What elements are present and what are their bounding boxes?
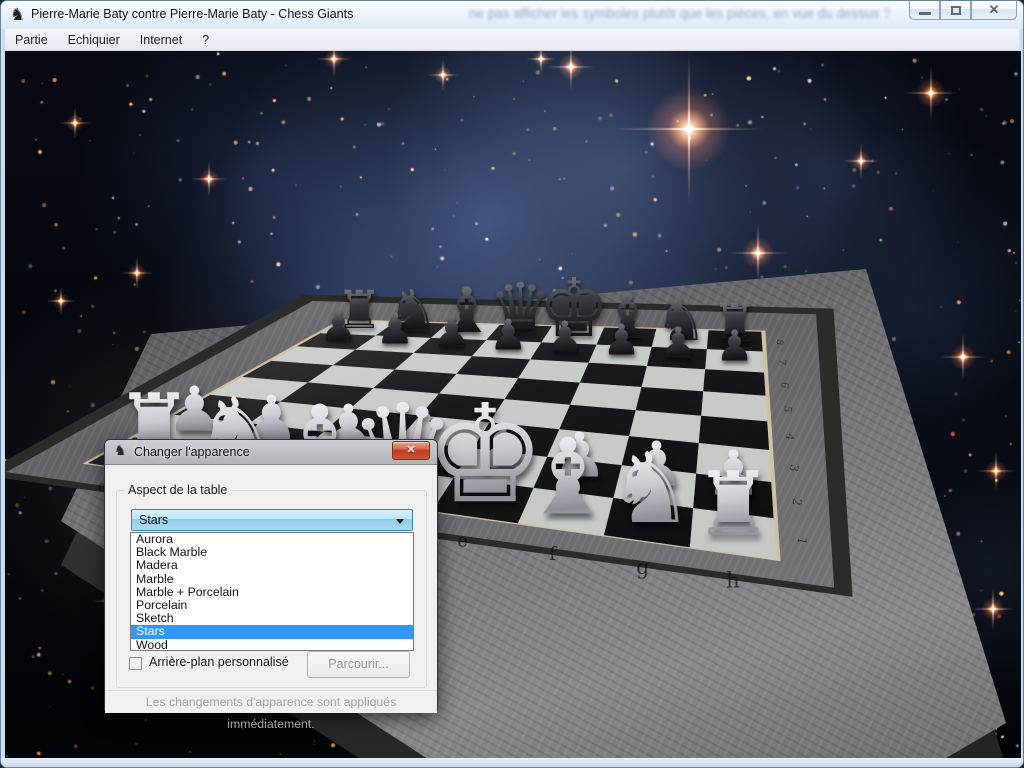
menu-item-[interactable]: ? xyxy=(192,31,219,49)
restore-button[interactable] xyxy=(940,1,971,20)
dropdown-option[interactable]: Marble xyxy=(131,573,413,586)
appearance-dialog: Aspect de la table Stars AuroraBlack Mar… xyxy=(104,439,438,712)
dropdown-option[interactable]: Wood xyxy=(131,639,413,652)
menu-item-partie[interactable]: Partie xyxy=(5,31,58,49)
black-pawn-d7[interactable]: ♟ xyxy=(489,314,527,357)
close-button[interactable]: ✕ xyxy=(971,1,1017,20)
window-controls: ✕ xyxy=(909,1,1017,20)
board-number: 6 xyxy=(778,381,790,389)
menu-item-echiquier[interactable]: Echiquier xyxy=(58,31,130,49)
menubar: PartieEchiquierInternet? xyxy=(5,29,1021,51)
game-scene[interactable]: Le trait est aux blancs. Aspect de la ta… xyxy=(5,51,1021,758)
table-aspect-combobox[interactable]: Stars xyxy=(131,509,413,531)
chess-giants-window: ne pas afficher les symboles plutôt que … xyxy=(0,0,1024,768)
ghost-tooltip-text: ne pas afficher les symboles plutôt que … xyxy=(469,6,949,26)
black-pawn-g7[interactable]: ♟ xyxy=(659,322,697,365)
black-pawn-h7[interactable]: ♟ xyxy=(716,325,754,368)
dropdown-option[interactable]: Madera xyxy=(131,559,413,572)
knight-icon: ♞ xyxy=(10,5,25,25)
restore-icon xyxy=(951,6,961,15)
browse-button: Parcourir... xyxy=(307,651,410,678)
combobox-dropdown-list: AuroraBlack MarbleMaderaMarbleMarble + P… xyxy=(130,532,414,651)
board-number: 8 xyxy=(774,338,785,345)
titlebar[interactable]: ne pas afficher les symboles plutôt que … xyxy=(1,1,1024,29)
combobox-value: Stars xyxy=(139,510,168,531)
white-knight-g1[interactable]: ♞ xyxy=(607,441,695,539)
minimize-button[interactable] xyxy=(909,1,940,20)
dialog-titlebar[interactable]: ♞ Changer l'apparence ✕ xyxy=(105,440,437,465)
black-pawn-b7[interactable]: ♟ xyxy=(376,309,414,352)
white-rook-h1[interactable]: ♜ xyxy=(694,460,773,548)
minimize-icon xyxy=(919,12,931,15)
black-pawn-f7[interactable]: ♟ xyxy=(602,320,640,363)
groupbox-label: Aspect de la table xyxy=(124,483,231,497)
dialog-title: Changer l'apparence xyxy=(134,440,250,464)
menu-item-internet[interactable]: Internet xyxy=(130,31,192,49)
dropdown-option[interactable]: Sketch xyxy=(131,612,413,625)
checkbox-label: Arrière-plan personnalisé xyxy=(149,655,289,669)
dialog-close-button[interactable]: ✕ xyxy=(392,441,430,460)
close-icon: ✕ xyxy=(393,442,429,459)
window-frame-bottom xyxy=(1,758,1024,768)
black-pawn-a7[interactable]: ♟ xyxy=(319,306,357,349)
dropdown-option[interactable]: Stars xyxy=(131,625,413,638)
board-letter: g xyxy=(636,555,649,579)
dropdown-option[interactable]: Marble + Porcelain xyxy=(131,586,413,599)
dialog-status-text: Les changements d'apparence sont appliqu… xyxy=(105,690,437,713)
black-pawn-c7[interactable]: ♟ xyxy=(433,311,471,354)
board-letter: f xyxy=(549,543,556,565)
black-pawn-e7[interactable]: ♟ xyxy=(546,317,584,360)
window-title: Pierre-Marie Baty contre Pierre-Marie Ba… xyxy=(31,1,353,29)
white-bishop-f1[interactable]: ♝ xyxy=(521,424,615,529)
board-letter: h xyxy=(726,568,740,593)
knight-icon: ♞ xyxy=(114,443,127,459)
dialog-body: Aspect de la table Stars AuroraBlack Mar… xyxy=(105,465,437,713)
chevron-down-icon xyxy=(396,519,404,524)
custom-background-checkbox[interactable] xyxy=(129,657,142,670)
close-icon: ✕ xyxy=(972,2,1016,18)
